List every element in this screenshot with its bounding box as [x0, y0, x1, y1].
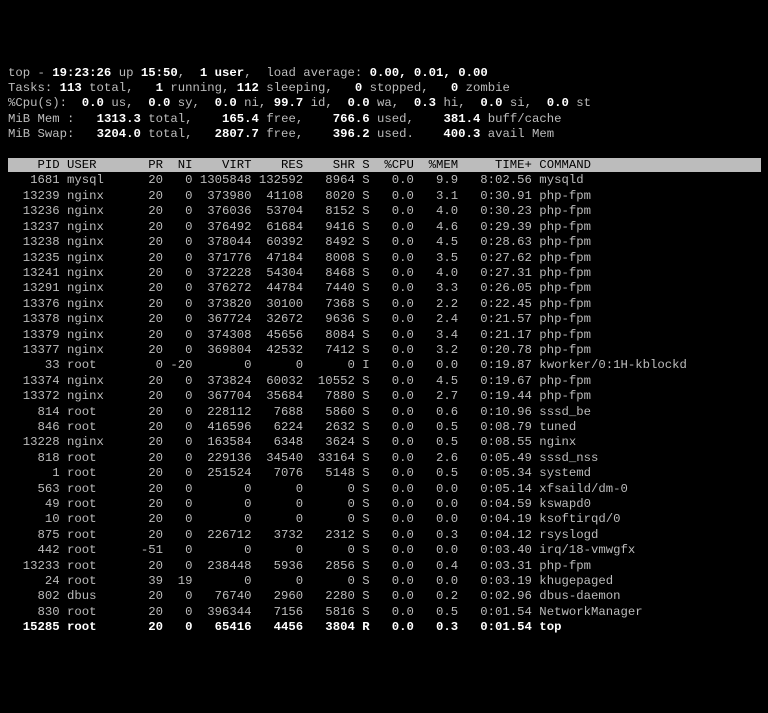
summary-line-1: top - 19:23:26 up 15:50, 1 user, load av…	[8, 66, 488, 80]
process-row: 13228 nginx 20 0 163584 6348 3624 S 0.0 …	[8, 435, 576, 449]
process-row: 818 root 20 0 229136 34540 33164 S 0.0 2…	[8, 451, 598, 465]
process-row: 13235 nginx 20 0 371776 47184 8008 S 0.0…	[8, 251, 591, 265]
process-table: 1681 mysql 20 0 1305848 132592 8964 S 0.…	[8, 173, 687, 634]
top-output[interactable]: top - 19:23:26 up 15:50, 1 user, load av…	[8, 66, 760, 636]
process-row: 13236 nginx 20 0 376036 53704 8152 S 0.0…	[8, 204, 591, 218]
process-row: 24 root 39 19 0 0 0 S 0.0 0.0 0:03.19 kh…	[8, 574, 613, 588]
process-row: 875 root 20 0 226712 3732 2312 S 0.0 0.3…	[8, 528, 598, 542]
summary-line-3: %Cpu(s): 0.0 us, 0.0 sy, 0.0 ni, 99.7 id…	[8, 96, 591, 110]
process-row: 33 root 0 -20 0 0 0 I 0.0 0.0 0:19.87 kw…	[8, 358, 687, 372]
process-row: 846 root 20 0 416596 6224 2632 S 0.0 0.5…	[8, 420, 576, 434]
summary-line-2: Tasks: 113 total, 1 running, 112 sleepin…	[8, 81, 510, 95]
process-row: 13233 root 20 0 238448 5936 2856 S 0.0 0…	[8, 559, 591, 573]
process-row: 13378 nginx 20 0 367724 32672 9636 S 0.0…	[8, 312, 591, 326]
process-row: 13239 nginx 20 0 373980 41108 8020 S 0.0…	[8, 189, 591, 203]
process-row: 1681 mysql 20 0 1305848 132592 8964 S 0.…	[8, 173, 584, 187]
process-row: 13237 nginx 20 0 376492 61684 9416 S 0.0…	[8, 220, 591, 234]
column-headers: PID USER PR NI VIRT RES SHR S %CPU %MEM …	[8, 158, 761, 172]
process-row: 13374 nginx 20 0 373824 60032 10552 S 0.…	[8, 374, 591, 388]
process-row: 13377 nginx 20 0 369804 42532 7412 S 0.0…	[8, 343, 591, 357]
summary-line-4: MiB Mem : 1313.3 total, 165.4 free, 766.…	[8, 112, 562, 126]
process-row: 442 root -51 0 0 0 0 S 0.0 0.0 0:03.40 i…	[8, 543, 635, 557]
process-row: 13372 nginx 20 0 367704 35684 7880 S 0.0…	[8, 389, 591, 403]
process-row: 13291 nginx 20 0 376272 44784 7440 S 0.0…	[8, 281, 591, 295]
process-row: 15285 root 20 0 65416 4456 3804 R 0.0 0.…	[8, 620, 561, 634]
process-row: 563 root 20 0 0 0 0 S 0.0 0.0 0:05.14 xf…	[8, 482, 628, 496]
process-row: 814 root 20 0 228112 7688 5860 S 0.0 0.6…	[8, 405, 591, 419]
process-row: 13379 nginx 20 0 374308 45656 8084 S 0.0…	[8, 328, 591, 342]
process-row: 49 root 20 0 0 0 0 S 0.0 0.0 0:04.59 ksw…	[8, 497, 591, 511]
process-row: 13376 nginx 20 0 373820 30100 7368 S 0.0…	[8, 297, 591, 311]
process-row: 13238 nginx 20 0 378044 60392 8492 S 0.0…	[8, 235, 591, 249]
process-row: 1 root 20 0 251524 7076 5148 S 0.0 0.5 0…	[8, 466, 591, 480]
blank-line	[8, 143, 15, 157]
process-row: 830 root 20 0 396344 7156 5816 S 0.0 0.5…	[8, 605, 643, 619]
process-row: 10 root 20 0 0 0 0 S 0.0 0.0 0:04.19 kso…	[8, 512, 621, 526]
summary-line-5: MiB Swap: 3204.0 total, 2807.7 free, 396…	[8, 127, 562, 141]
process-row: 802 dbus 20 0 76740 2960 2280 S 0.0 0.2 …	[8, 589, 621, 603]
process-row: 13241 nginx 20 0 372228 54304 8468 S 0.0…	[8, 266, 591, 280]
